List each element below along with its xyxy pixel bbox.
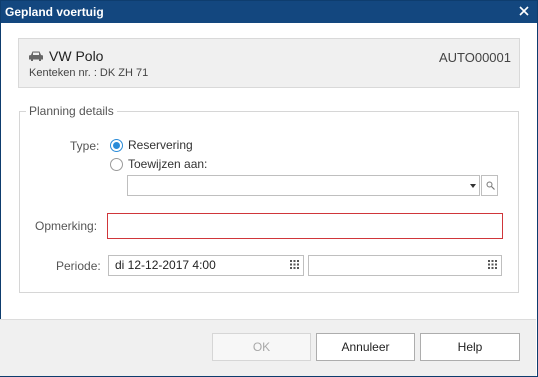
period-label: Periode: [56, 259, 101, 273]
assign-search-button[interactable] [481, 175, 498, 196]
chevron-down-icon[interactable] [470, 184, 476, 188]
type-label: Type: [70, 139, 100, 153]
vehicle-name: VW Polo [49, 48, 104, 64]
radio-assign[interactable] [110, 158, 123, 171]
close-icon[interactable] [517, 4, 531, 18]
period-start-value: di 12-12-2017 4:00 [115, 258, 216, 272]
vehicle-code: AUTO00001 [438, 50, 511, 65]
radio-reservation[interactable] [110, 139, 123, 152]
remark-input[interactable] [107, 213, 503, 239]
period-start-input[interactable]: di 12-12-2017 4:00 [108, 255, 304, 276]
car-icon [29, 51, 43, 61]
calendar-icon[interactable] [290, 260, 299, 269]
title-bar: Gepland voertuig [1, 1, 537, 23]
window-title: Gepland voertuig [5, 5, 104, 19]
assign-select[interactable] [127, 175, 480, 196]
ok-button[interactable]: OK [212, 333, 311, 361]
calendar-icon[interactable] [488, 260, 497, 269]
vehicle-card: VW Polo Kenteken nr. : DK ZH 71 AUTO0000… [18, 38, 520, 88]
radio-assign-label[interactable]: Toewijzen aan: [128, 157, 207, 171]
license-plate-text: Kenteken nr. : DK ZH 71 [29, 67, 149, 79]
remark-label: Opmerking: [35, 219, 98, 233]
period-end-input[interactable] [308, 255, 502, 276]
planning-details-legend: Planning details [26, 104, 117, 118]
help-button[interactable]: Help [420, 333, 520, 361]
cancel-button[interactable]: Annuleer [316, 333, 415, 361]
search-icon [486, 181, 495, 190]
radio-reservation-label[interactable]: Reservering [128, 138, 193, 152]
